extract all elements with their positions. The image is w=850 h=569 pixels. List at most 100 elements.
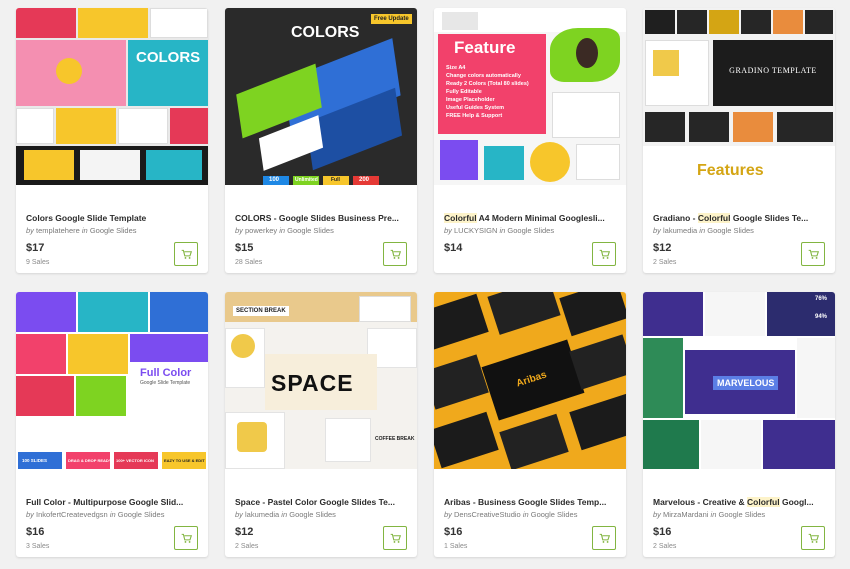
sales-count: 2 Sales [653,259,677,266]
product-byline: by lakumedia in Google Slides [235,510,336,519]
shopping-cart-icon [808,533,819,543]
product-title[interactable]: Gradiano - Colorful Google Slides Te... [653,213,829,223]
product-price: $17 [26,242,45,254]
search-highlight: Colorful [747,497,780,507]
product-card[interactable]: COLORS Colors Google Slide Template by t… [16,8,208,273]
category-link[interactable]: Google Slides [507,226,554,235]
author-link[interactable]: lakumedia [663,226,697,235]
search-highlight: Colorful [697,213,731,223]
feature-box: DRAG & DROP READY [68,458,112,463]
product-thumbnail[interactable]: GRADINO TEMPLATE Features [643,8,835,185]
stat-label: 76% [815,296,828,302]
sales-count: 2 Sales [653,543,677,550]
shopping-cart-icon [808,249,819,259]
section-break-tag: SECTION BREAK [233,306,289,316]
product-byline: by lakumedia in Google Slides [653,226,754,235]
thumbnail-logo: COLORS [291,24,360,41]
product-thumbnail[interactable]: Full Color Google Slide Template 100 SLI… [16,292,208,469]
author-link[interactable]: DensCreativeStudio [454,510,521,519]
author-link[interactable]: templatehere [36,226,80,235]
category-link[interactable]: Google Slides [287,226,334,235]
feature-box: 100+ VECTOR ICON [116,458,154,463]
product-price: $16 [653,526,672,538]
product-title[interactable]: COLORS - Google Slides Business Pre... [235,213,411,223]
thumbnail-heading: Full Color [140,367,192,379]
stat-value: Unlimited [295,177,318,183]
add-to-cart-button[interactable] [801,526,825,550]
product-thumbnail[interactable]: SECTION BREAK SPACE COFFEE BREAK [225,292,417,469]
product-thumbnail[interactable]: COLORS Free Update 100 Unlimited Full 20… [225,8,417,185]
author-link[interactable]: LUCKYSIGN [454,226,497,235]
shopping-cart-icon [390,249,401,259]
product-card[interactable]: COLORS Free Update 100 Unlimited Full 20… [225,8,417,273]
product-byline: by templatehere in Google Slides [26,226,137,235]
thumbnail-subtitle: Google Slide Template [140,380,191,386]
product-title[interactable]: Marvelous - Creative & Colorful Googl... [653,497,829,507]
stat-label: 94% [815,314,828,320]
add-to-cart-button[interactable] [592,242,616,266]
author-link[interactable]: InkofertCreatevedgsn [36,510,108,519]
product-card[interactable]: 76% 94% MARVELOUS Marvelous - Creative &… [643,292,835,557]
product-byline: by DensCreativeStudio in Google Slides [444,510,578,519]
thumbnail-title: SPACE [271,370,354,396]
product-price: $12 [235,526,254,538]
sales-count: 9 Sales [26,259,50,266]
add-to-cart-button[interactable] [592,526,616,550]
stat-value: Full [331,177,340,183]
add-to-cart-button[interactable] [801,242,825,266]
coffee-break-tag: COFFEE BREAK [375,436,415,442]
shopping-cart-icon [599,249,610,259]
category-link[interactable]: Google Slides [531,510,578,519]
feature-list: Size A4 Change colors automatically Read… [446,65,529,119]
product-card[interactable]: GRADINO TEMPLATE Features Gradiano - Col… [643,8,835,273]
search-highlight: Colorful [444,213,477,223]
author-link[interactable]: lakumedia [245,510,279,519]
free-update-badge: Free Update [371,14,412,24]
sales-count: 2 Sales [235,543,259,550]
sales-count: 1 Sales [444,543,468,550]
product-price: $14 [444,242,463,254]
product-card[interactable]: Aribas Aribas - Business Google Slides T… [434,292,626,557]
category-link[interactable]: Google Slides [707,226,754,235]
shopping-cart-icon [181,249,192,259]
product-title[interactable]: Colorful A4 Modern Minimal Googlesli... [444,213,620,223]
feature-box: EAZY TO USE & EDIT [164,458,205,463]
shopping-cart-icon [181,533,192,543]
product-card[interactable]: Full Color Google Slide Template 100 SLI… [16,292,208,557]
product-title[interactable]: Colors Google Slide Template [26,213,202,223]
add-to-cart-button[interactable] [383,242,407,266]
add-to-cart-button[interactable] [174,526,198,550]
author-link[interactable]: powerkey [245,226,277,235]
stat-value: 200 [359,177,370,183]
author-link[interactable]: MirzaMardani [663,510,708,519]
product-byline: by MirzaMardani in Google Slides [653,510,766,519]
product-title[interactable]: Aribas - Business Google Slides Temp... [444,497,620,507]
sales-count: 3 Sales [26,543,50,550]
category-link[interactable]: Google Slides [118,510,165,519]
product-thumbnail[interactable]: COLORS [16,8,208,185]
product-thumbnail[interactable]: Feature Size A4 Change colors automatica… [434,8,626,185]
feature-box: 100 SLIDES [22,458,48,463]
product-title[interactable]: Full Color - Multipurpose Google Slid... [26,497,202,507]
product-thumbnail[interactable]: Aribas [434,292,626,469]
product-title[interactable]: Space - Pastel Color Google Slides Te... [235,497,411,507]
product-price: $16 [444,526,463,538]
stat-value: 100 [269,177,280,183]
thumbnail-heading: Features [697,162,764,179]
thumbnail-title: COLORS [136,49,201,66]
shopping-cart-icon [599,533,610,543]
shopping-cart-icon [390,533,401,543]
product-card[interactable]: Feature Size A4 Change colors automatica… [434,8,626,273]
add-to-cart-button[interactable] [174,242,198,266]
product-byline: by LUCKYSIGN in Google Slides [444,226,555,235]
thumbnail-banner: GRADINO TEMPLATE [729,66,817,75]
thumbnail-heading: Feature [454,38,516,57]
product-thumbnail[interactable]: 76% 94% MARVELOUS [643,292,835,469]
product-byline: by InkofertCreatevedgsn in Google Slides [26,510,165,519]
product-price: $16 [26,526,45,538]
category-link[interactable]: Google Slides [718,510,765,519]
category-link[interactable]: Google Slides [90,226,137,235]
add-to-cart-button[interactable] [383,526,407,550]
product-card[interactable]: SECTION BREAK SPACE COFFEE BREAK Space -… [225,292,417,557]
category-link[interactable]: Google Slides [289,510,336,519]
